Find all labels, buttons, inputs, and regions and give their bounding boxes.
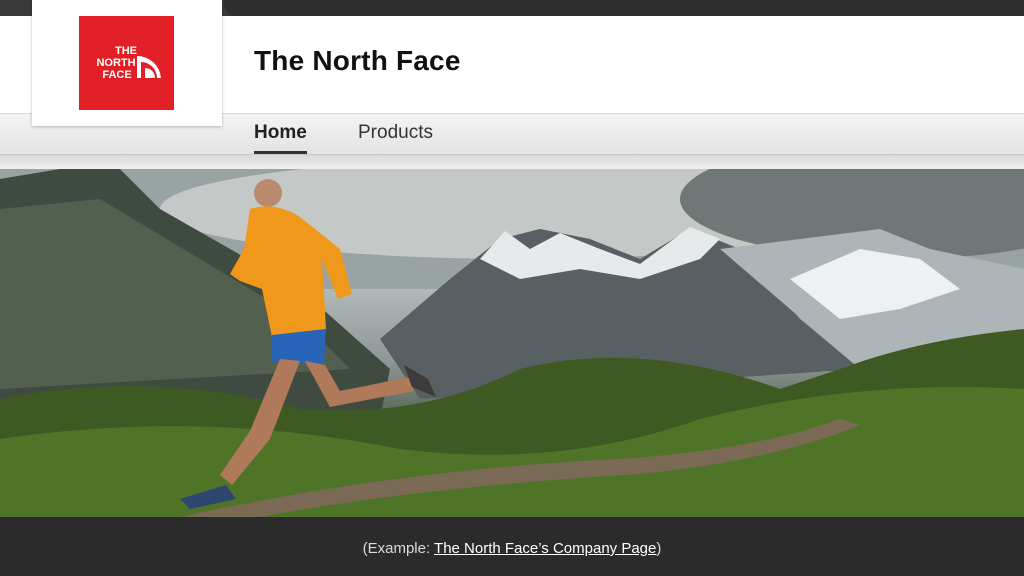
tab-home[interactable]: Home xyxy=(254,122,307,154)
north-face-logo-icon: THE NORTH FACE xyxy=(96,45,161,81)
tab-products-label: Products xyxy=(358,122,433,143)
tab-home-active-indicator xyxy=(254,151,307,154)
logo-text-face: FACE xyxy=(102,69,131,81)
nav-shadow xyxy=(0,155,1024,169)
company-name: The North Face xyxy=(254,45,461,76)
tab-products[interactable]: Products xyxy=(358,122,433,144)
caption-prefix: (Example: xyxy=(362,540,435,557)
top-strip-curve xyxy=(224,0,1024,16)
cover-photo xyxy=(0,169,1024,517)
logo-card[interactable]: THE NORTH FACE xyxy=(32,0,222,126)
company-logo[interactable]: THE NORTH FACE xyxy=(79,16,174,110)
tab-home-label: Home xyxy=(254,122,307,143)
runner-head xyxy=(254,179,282,207)
caption: (Example: The North Face’s Company Page) xyxy=(0,540,1024,557)
caption-suffix: ) xyxy=(656,540,662,557)
company-page-link[interactable]: The North Face’s Company Page xyxy=(434,540,656,557)
logo-text-the: THE xyxy=(115,45,137,57)
logo-text-north: NORTH xyxy=(96,57,135,69)
cover-photo-trail-runner-icon xyxy=(0,169,1024,517)
